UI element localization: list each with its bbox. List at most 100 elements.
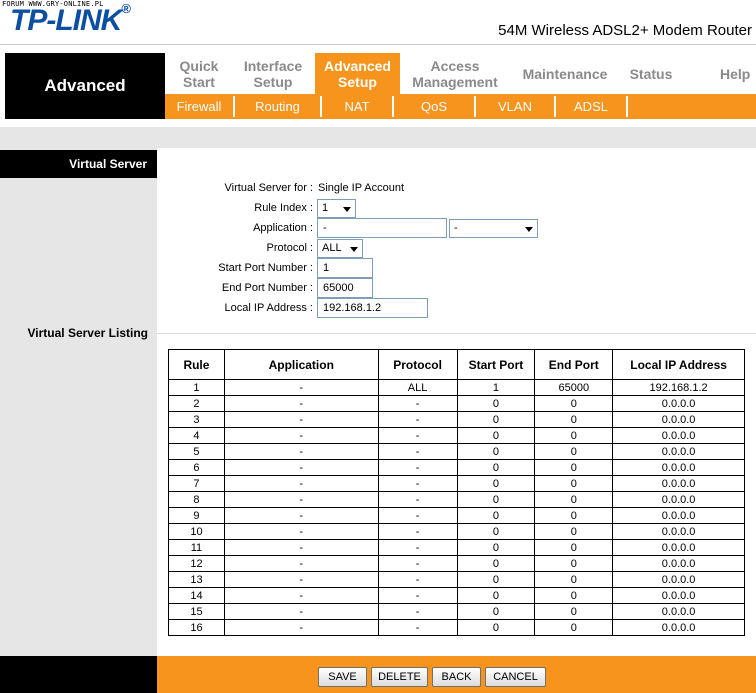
table-row: 5- -0 0 0.0.0.0 [168,443,745,460]
submenu-routing[interactable]: Routing [235,94,320,119]
save-button[interactable]: SAVE [318,667,367,687]
delete-button[interactable]: DELETE [371,667,428,687]
cell-start-port: 0 [456,507,536,524]
submenu-firewall[interactable]: Firewall [165,94,233,119]
table-row: 1- ALL 1 65000 192.168.1.2 [168,379,745,396]
menu-maintenance-label: Maintenance [522,65,608,82]
cell-start-port: 0 [456,475,536,492]
cell-end-port: 0 [534,603,614,620]
cell-protocol: - [377,507,458,524]
menu-quick-start[interactable]: Quick Start [165,53,233,94]
virtual-server-table: Rule Application Protocol Start Port End… [168,349,745,636]
cell-application: - [223,491,379,508]
cell-local-ip: 0.0.0.0 [612,395,745,412]
local-ip-input[interactable]: 192.168.1.2 [317,298,428,318]
start-port-input[interactable]: 1 [317,258,373,278]
cell-rule: 11 [168,539,225,556]
cell-end-port: 0 [534,523,614,540]
submenu-adsl[interactable]: ADSL [556,94,626,119]
cell-protocol: - [377,603,458,620]
cell-start-port: 0 [456,459,536,476]
cell-rule: 3 [168,411,225,428]
submenu-separator [626,96,628,117]
submenu-qos[interactable]: QoS [394,94,474,119]
cell-end-port: 0 [534,475,614,492]
cell-local-ip: 192.168.1.2 [612,379,745,396]
cell-rule: 13 [168,571,225,588]
menu-quick-start-line2: Start [183,73,215,90]
menu-status[interactable]: Status [620,53,682,94]
column-header-application: Application [223,349,379,380]
rule-index-label: Rule Index : [254,202,313,214]
cell-protocol: - [377,395,458,412]
table-row: 11- -0 0 0.0.0.0 [168,539,745,556]
menu-advanced-setup[interactable]: Advanced Setup [315,53,400,94]
application-label: Application : [253,222,313,234]
table-row: 10- -0 0 0.0.0.0 [168,523,745,540]
cell-protocol: ALL [377,379,458,396]
cell-local-ip: 0.0.0.0 [612,443,745,460]
menu-help[interactable]: Help [720,53,756,94]
table-row: 4- -0 0 0.0.0.0 [168,427,745,444]
cell-start-port: 0 [456,411,536,428]
cell-end-port: 0 [534,427,614,444]
cell-local-ip: 0.0.0.0 [612,491,745,508]
application-select[interactable]: - [449,219,538,238]
menu-access-management-line2: Management [412,73,498,90]
back-button[interactable]: BACK [432,667,481,687]
header-divider [0,44,756,45]
menu-help-label: Help [720,65,751,82]
table-row: 3- -0 0 0.0.0.0 [168,411,745,428]
submenu-nat[interactable]: NAT [322,94,392,119]
menu-quick-start-line1: Quick [179,57,219,74]
cell-local-ip: 0.0.0.0 [612,411,745,428]
cell-application: - [223,475,379,492]
cell-start-port: 0 [456,427,536,444]
cell-start-port: 0 [456,603,536,620]
cell-local-ip: 0.0.0.0 [612,507,745,524]
menu-access-management[interactable]: Access Management [405,53,505,94]
product-name: 54M Wireless ADSL2+ Modem Router [498,22,752,39]
start-port-label: Start Port Number : [218,262,313,274]
cell-rule: 8 [168,491,225,508]
column-header-start-port: Start Port [456,349,536,380]
menu-interface-setup-line2: Setup [253,73,293,90]
cell-start-port: 1 [456,379,536,396]
table-row: 15- -0 0 0.0.0.0 [168,603,745,620]
table-row: 12- -0 0 0.0.0.0 [168,555,745,572]
cell-start-port: 0 [456,555,536,572]
cell-start-port: 0 [456,491,536,508]
protocol-select[interactable]: ALL [317,239,363,258]
cell-local-ip: 0.0.0.0 [612,427,745,444]
end-port-input[interactable]: 65000 [317,278,373,298]
listing-divider [157,333,756,334]
cell-application: - [223,539,379,556]
virtual-server-for-value: Single IP Account [318,182,405,194]
cell-start-port: 0 [456,523,536,540]
cell-protocol: - [377,555,458,572]
cell-start-port: 0 [456,587,536,604]
cell-application: - [223,443,379,460]
cell-application: - [223,459,379,476]
rule-index-select[interactable]: 1 [317,199,356,218]
chevron-down-icon [525,227,533,232]
menu-interface-setup[interactable]: Interface Setup [233,53,313,94]
cell-rule: 15 [168,603,225,620]
application-input[interactable]: - [317,218,447,238]
cell-end-port: 0 [534,395,614,412]
cell-local-ip: 0.0.0.0 [612,555,745,572]
cancel-button[interactable]: CANCEL [485,667,546,687]
cell-application: - [223,603,379,620]
cell-end-port: 0 [534,459,614,476]
cell-protocol: - [377,459,458,476]
cell-application: - [223,523,379,540]
menu-maintenance[interactable]: Maintenance [515,53,615,94]
cell-local-ip: 0.0.0.0 [612,523,745,540]
submenu-vlan[interactable]: VLAN [476,94,554,119]
cell-application: - [223,507,379,524]
cell-protocol: - [377,411,458,428]
protocol-value: ALL [322,242,342,254]
cell-protocol: - [377,619,458,636]
table-row: 9- -0 0 0.0.0.0 [168,507,745,524]
menu-advanced-setup-line1: Advanced [324,57,391,74]
